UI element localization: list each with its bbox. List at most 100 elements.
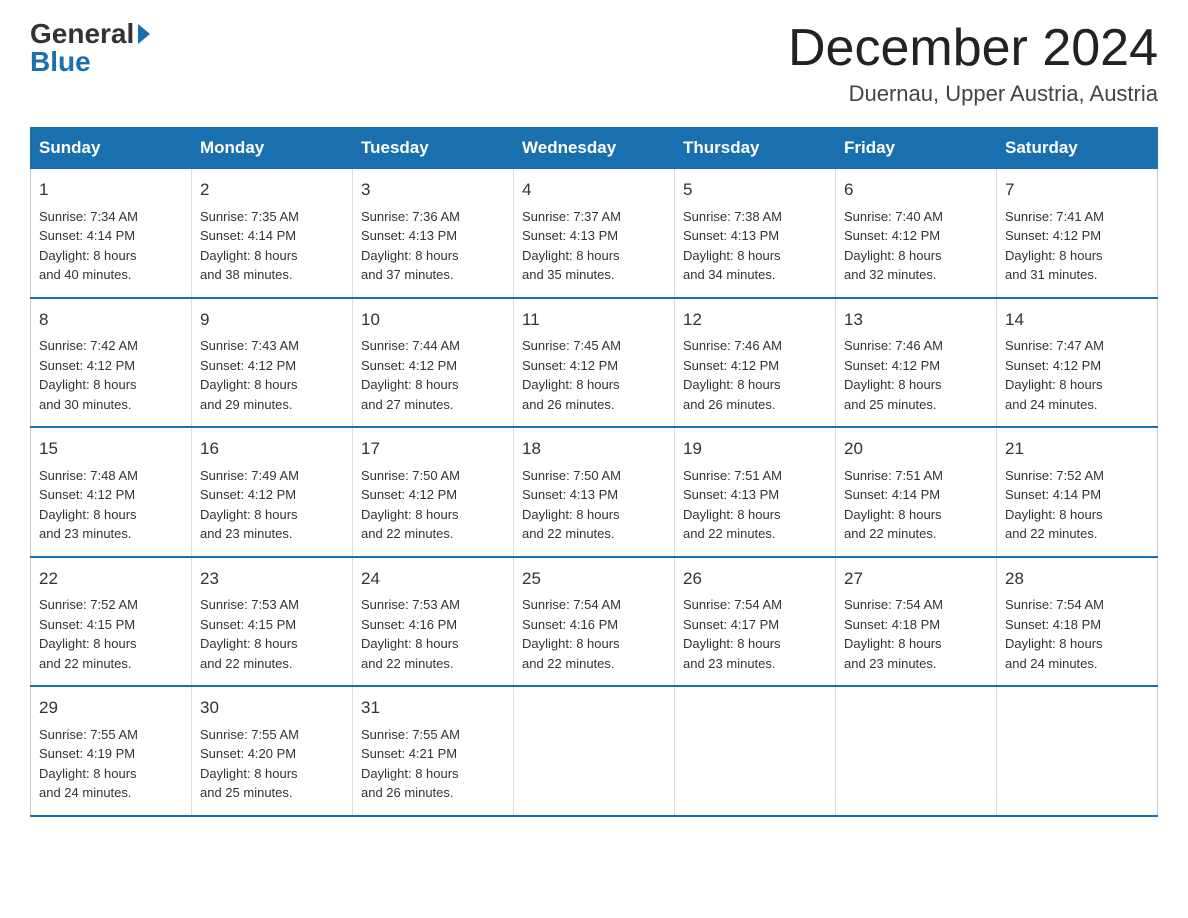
- day-info: Sunrise: 7:53 AM Sunset: 4:16 PM Dayligh…: [361, 595, 505, 673]
- day-number: 27: [844, 566, 988, 592]
- calendar-cell: 6 Sunrise: 7:40 AM Sunset: 4:12 PM Dayli…: [836, 169, 997, 298]
- day-info: Sunrise: 7:51 AM Sunset: 4:13 PM Dayligh…: [683, 466, 827, 544]
- weekday-header-wednesday: Wednesday: [514, 128, 675, 169]
- calendar-cell: 4 Sunrise: 7:37 AM Sunset: 4:13 PM Dayli…: [514, 169, 675, 298]
- weekday-header-sunday: Sunday: [31, 128, 192, 169]
- calendar-cell: 23 Sunrise: 7:53 AM Sunset: 4:15 PM Dayl…: [192, 557, 353, 687]
- day-info: Sunrise: 7:54 AM Sunset: 4:16 PM Dayligh…: [522, 595, 666, 673]
- day-info: Sunrise: 7:51 AM Sunset: 4:14 PM Dayligh…: [844, 466, 988, 544]
- day-number: 5: [683, 177, 827, 203]
- day-number: 28: [1005, 566, 1149, 592]
- day-number: 12: [683, 307, 827, 333]
- calendar-cell: [997, 686, 1158, 816]
- weekday-header-saturday: Saturday: [997, 128, 1158, 169]
- calendar-cell: [514, 686, 675, 816]
- calendar-cell: 25 Sunrise: 7:54 AM Sunset: 4:16 PM Dayl…: [514, 557, 675, 687]
- day-number: 23: [200, 566, 344, 592]
- day-info: Sunrise: 7:47 AM Sunset: 4:12 PM Dayligh…: [1005, 336, 1149, 414]
- calendar-cell: 3 Sunrise: 7:36 AM Sunset: 4:13 PM Dayli…: [353, 169, 514, 298]
- calendar-cell: 9 Sunrise: 7:43 AM Sunset: 4:12 PM Dayli…: [192, 298, 353, 428]
- day-info: Sunrise: 7:35 AM Sunset: 4:14 PM Dayligh…: [200, 207, 344, 285]
- calendar-cell: 19 Sunrise: 7:51 AM Sunset: 4:13 PM Dayl…: [675, 427, 836, 557]
- weekday-header-tuesday: Tuesday: [353, 128, 514, 169]
- day-info: Sunrise: 7:34 AM Sunset: 4:14 PM Dayligh…: [39, 207, 183, 285]
- day-info: Sunrise: 7:50 AM Sunset: 4:12 PM Dayligh…: [361, 466, 505, 544]
- day-number: 1: [39, 177, 183, 203]
- day-info: Sunrise: 7:36 AM Sunset: 4:13 PM Dayligh…: [361, 207, 505, 285]
- day-info: Sunrise: 7:41 AM Sunset: 4:12 PM Dayligh…: [1005, 207, 1149, 285]
- weekday-header-friday: Friday: [836, 128, 997, 169]
- day-info: Sunrise: 7:55 AM Sunset: 4:20 PM Dayligh…: [200, 725, 344, 803]
- title-block: December 2024 Duernau, Upper Austria, Au…: [788, 20, 1158, 107]
- day-number: 3: [361, 177, 505, 203]
- calendar-cell: 13 Sunrise: 7:46 AM Sunset: 4:12 PM Dayl…: [836, 298, 997, 428]
- day-info: Sunrise: 7:54 AM Sunset: 4:17 PM Dayligh…: [683, 595, 827, 673]
- day-info: Sunrise: 7:55 AM Sunset: 4:21 PM Dayligh…: [361, 725, 505, 803]
- day-number: 9: [200, 307, 344, 333]
- day-number: 26: [683, 566, 827, 592]
- day-number: 25: [522, 566, 666, 592]
- calendar-cell: 12 Sunrise: 7:46 AM Sunset: 4:12 PM Dayl…: [675, 298, 836, 428]
- day-info: Sunrise: 7:43 AM Sunset: 4:12 PM Dayligh…: [200, 336, 344, 414]
- day-number: 6: [844, 177, 988, 203]
- day-number: 7: [1005, 177, 1149, 203]
- month-title: December 2024: [788, 20, 1158, 77]
- calendar-cell: 7 Sunrise: 7:41 AM Sunset: 4:12 PM Dayli…: [997, 169, 1158, 298]
- calendar-cell: 27 Sunrise: 7:54 AM Sunset: 4:18 PM Dayl…: [836, 557, 997, 687]
- day-info: Sunrise: 7:54 AM Sunset: 4:18 PM Dayligh…: [1005, 595, 1149, 673]
- calendar-cell: 16 Sunrise: 7:49 AM Sunset: 4:12 PM Dayl…: [192, 427, 353, 557]
- calendar-cell: 1 Sunrise: 7:34 AM Sunset: 4:14 PM Dayli…: [31, 169, 192, 298]
- logo-general-text: General: [30, 20, 134, 48]
- day-info: Sunrise: 7:46 AM Sunset: 4:12 PM Dayligh…: [683, 336, 827, 414]
- day-info: Sunrise: 7:37 AM Sunset: 4:13 PM Dayligh…: [522, 207, 666, 285]
- calendar-cell: 2 Sunrise: 7:35 AM Sunset: 4:14 PM Dayli…: [192, 169, 353, 298]
- calendar-week-1: 1 Sunrise: 7:34 AM Sunset: 4:14 PM Dayli…: [31, 169, 1158, 298]
- weekday-header-monday: Monday: [192, 128, 353, 169]
- calendar-cell: 31 Sunrise: 7:55 AM Sunset: 4:21 PM Dayl…: [353, 686, 514, 816]
- calendar-week-4: 22 Sunrise: 7:52 AM Sunset: 4:15 PM Dayl…: [31, 557, 1158, 687]
- day-info: Sunrise: 7:46 AM Sunset: 4:12 PM Dayligh…: [844, 336, 988, 414]
- logo-blue-text: Blue: [30, 48, 91, 76]
- day-number: 30: [200, 695, 344, 721]
- day-info: Sunrise: 7:44 AM Sunset: 4:12 PM Dayligh…: [361, 336, 505, 414]
- calendar-cell: 21 Sunrise: 7:52 AM Sunset: 4:14 PM Dayl…: [997, 427, 1158, 557]
- calendar-cell: 28 Sunrise: 7:54 AM Sunset: 4:18 PM Dayl…: [997, 557, 1158, 687]
- day-number: 19: [683, 436, 827, 462]
- calendar-cell: 17 Sunrise: 7:50 AM Sunset: 4:12 PM Dayl…: [353, 427, 514, 557]
- day-info: Sunrise: 7:38 AM Sunset: 4:13 PM Dayligh…: [683, 207, 827, 285]
- calendar-table: SundayMondayTuesdayWednesdayThursdayFrid…: [30, 127, 1158, 817]
- day-info: Sunrise: 7:53 AM Sunset: 4:15 PM Dayligh…: [200, 595, 344, 673]
- logo: General Blue: [30, 20, 150, 76]
- day-number: 31: [361, 695, 505, 721]
- day-info: Sunrise: 7:54 AM Sunset: 4:18 PM Dayligh…: [844, 595, 988, 673]
- calendar-cell: 24 Sunrise: 7:53 AM Sunset: 4:16 PM Dayl…: [353, 557, 514, 687]
- page-header: General Blue December 2024 Duernau, Uppe…: [30, 20, 1158, 107]
- day-number: 10: [361, 307, 505, 333]
- day-number: 21: [1005, 436, 1149, 462]
- calendar-cell: 5 Sunrise: 7:38 AM Sunset: 4:13 PM Dayli…: [675, 169, 836, 298]
- day-info: Sunrise: 7:48 AM Sunset: 4:12 PM Dayligh…: [39, 466, 183, 544]
- calendar-cell: 18 Sunrise: 7:50 AM Sunset: 4:13 PM Dayl…: [514, 427, 675, 557]
- day-info: Sunrise: 7:42 AM Sunset: 4:12 PM Dayligh…: [39, 336, 183, 414]
- day-number: 22: [39, 566, 183, 592]
- day-info: Sunrise: 7:52 AM Sunset: 4:15 PM Dayligh…: [39, 595, 183, 673]
- day-info: Sunrise: 7:50 AM Sunset: 4:13 PM Dayligh…: [522, 466, 666, 544]
- day-number: 14: [1005, 307, 1149, 333]
- day-info: Sunrise: 7:55 AM Sunset: 4:19 PM Dayligh…: [39, 725, 183, 803]
- day-info: Sunrise: 7:52 AM Sunset: 4:14 PM Dayligh…: [1005, 466, 1149, 544]
- calendar-cell: 22 Sunrise: 7:52 AM Sunset: 4:15 PM Dayl…: [31, 557, 192, 687]
- calendar-cell: 26 Sunrise: 7:54 AM Sunset: 4:17 PM Dayl…: [675, 557, 836, 687]
- calendar-week-3: 15 Sunrise: 7:48 AM Sunset: 4:12 PM Dayl…: [31, 427, 1158, 557]
- calendar-week-5: 29 Sunrise: 7:55 AM Sunset: 4:19 PM Dayl…: [31, 686, 1158, 816]
- day-number: 2: [200, 177, 344, 203]
- calendar-week-2: 8 Sunrise: 7:42 AM Sunset: 4:12 PM Dayli…: [31, 298, 1158, 428]
- weekday-header-row: SundayMondayTuesdayWednesdayThursdayFrid…: [31, 128, 1158, 169]
- day-number: 16: [200, 436, 344, 462]
- day-number: 11: [522, 307, 666, 333]
- calendar-cell: 14 Sunrise: 7:47 AM Sunset: 4:12 PM Dayl…: [997, 298, 1158, 428]
- logo-arrow-icon: [138, 24, 150, 44]
- day-number: 13: [844, 307, 988, 333]
- day-number: 29: [39, 695, 183, 721]
- day-number: 17: [361, 436, 505, 462]
- day-number: 24: [361, 566, 505, 592]
